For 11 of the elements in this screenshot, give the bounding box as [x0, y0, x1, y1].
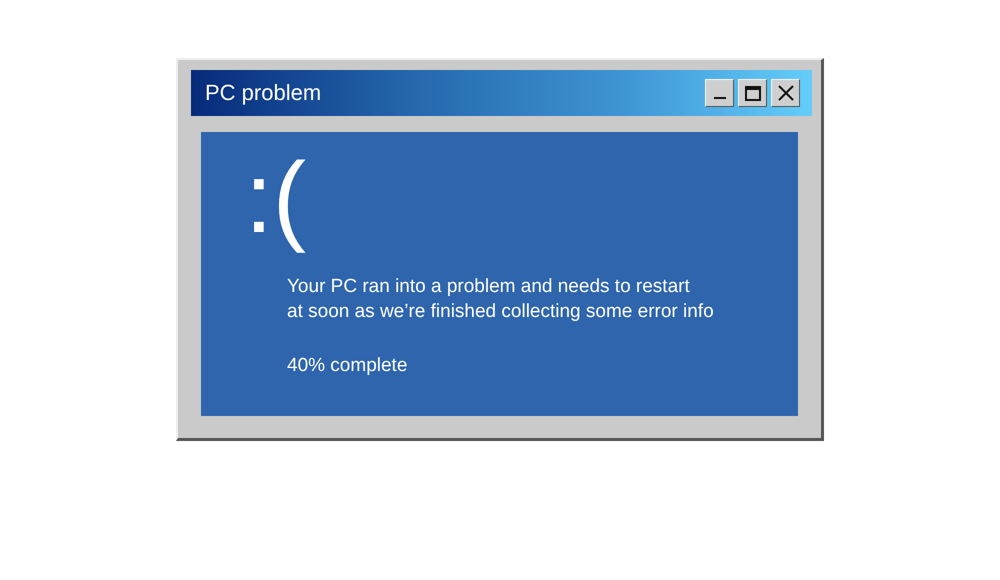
close-icon — [778, 85, 794, 101]
window-title: PC problem — [205, 80, 322, 106]
progress-text: 40% complete — [287, 355, 408, 377]
sad-face-text: :( — [245, 142, 308, 254]
close-button[interactable] — [771, 79, 800, 107]
minimize-button[interactable] — [705, 79, 734, 107]
error-message: Your PC ran into a problem and needs to restart — [287, 276, 691, 297]
error-message: at soon as we’re finished collecting some error info — [287, 301, 715, 322]
maximize-button[interactable] — [738, 79, 767, 107]
maximize-icon — [744, 86, 760, 100]
minimize-icon — [714, 97, 726, 99]
